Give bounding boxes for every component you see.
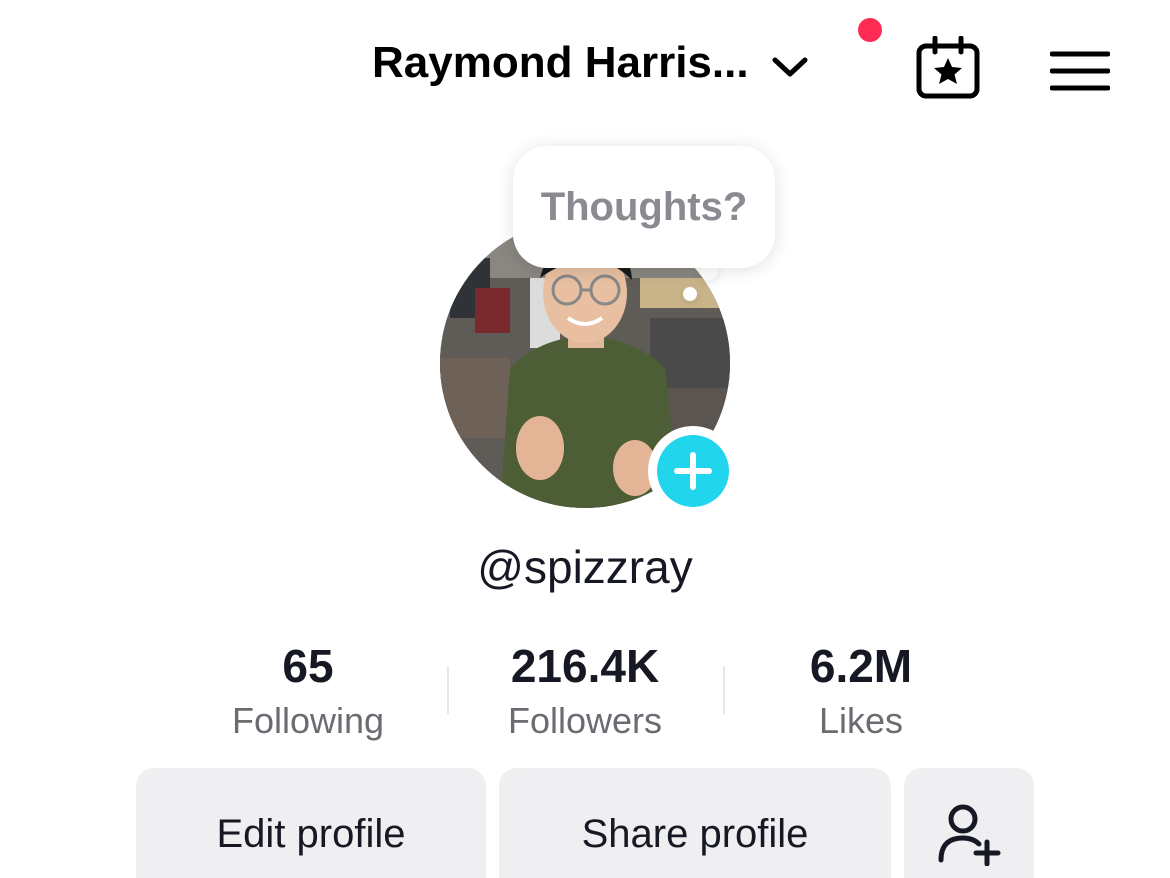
stat-value: 65 [282,640,334,692]
username: @spizzray [477,541,693,593]
share-profile-button[interactable]: Share profile [499,768,891,878]
creator-calendar-star-icon[interactable] [915,35,981,105]
stat-label: Followers [507,700,663,741]
notification-dot [858,18,882,42]
bubble-text: Thoughts? [540,184,748,229]
account-switcher[interactable]: Raymond Harris... [372,36,809,90]
stats-row: 65 Following 216.4K Followers 6.2M Likes [170,640,1000,750]
chevron-down-icon [771,40,809,90]
stat-following[interactable]: 65 Following [170,640,446,742]
add-story-button[interactable] [648,426,738,516]
hamburger-menu-icon[interactable] [1049,50,1111,97]
edit-profile-button[interactable]: Edit profile [136,768,486,878]
bubble-tail [683,287,697,301]
add-friends-button[interactable] [904,768,1034,878]
thoughts-bubble[interactable]: Thoughts? [513,146,775,268]
stat-value: 216.4K [510,640,660,692]
stat-followers[interactable]: 216.4K Followers [447,640,723,742]
stat-label: Likes [818,700,904,741]
account-name: Raymond Harris... [372,38,749,87]
stat-value: 6.2M [809,640,913,692]
plus-icon [657,435,729,507]
profile-screen: Raymond Harris... Thoughts? @spizzray 65… [0,0,1170,878]
stat-label: Following [231,700,385,741]
share-profile-label: Share profile [581,812,809,856]
add-person-icon [937,802,1001,876]
stat-likes[interactable]: 6.2M Likes [723,640,999,742]
edit-profile-label: Edit profile [216,812,406,856]
